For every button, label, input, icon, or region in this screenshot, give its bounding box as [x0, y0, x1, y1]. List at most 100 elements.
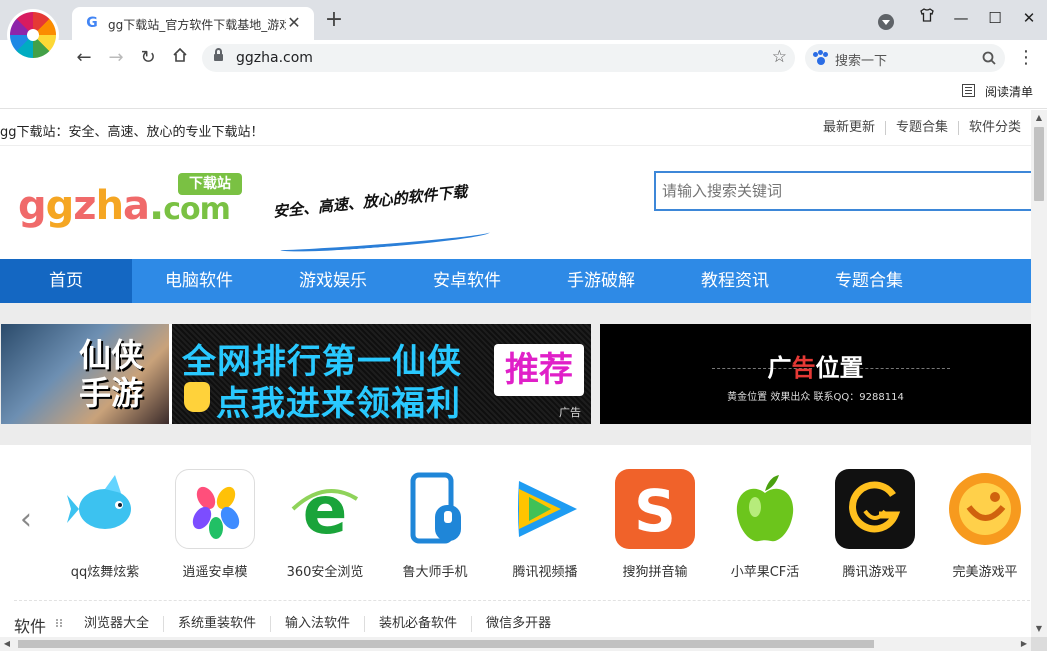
- ad-thumb-text: 仙侠手游: [79, 336, 144, 412]
- app-name: 搜狗拼音输: [622, 565, 688, 580]
- browser-search-box[interactable]: 搜索一下: [805, 44, 1005, 72]
- google-favicon-icon: G: [86, 15, 98, 31]
- software-category-row: 软件 浏览器大全 系统重装软件 输入法软件 装机必备软件 微信多开器: [0, 605, 1031, 637]
- category-link[interactable]: 微信多开器: [471, 616, 565, 632]
- app-name: 360安全浏览: [286, 565, 364, 580]
- browser-tab[interactable]: G gg下载站_官方软件下载基地_游戏 ✕: [72, 7, 314, 40]
- browser-logo-icon: [10, 12, 56, 58]
- app-item[interactable]: 鲁大师手机: [380, 469, 490, 589]
- horizontal-scroll-thumb[interactable]: [18, 640, 874, 648]
- browser-toolbar: ← → ↻ ggzha.com ☆ 搜索一下 ⋮: [0, 40, 1047, 76]
- category-link[interactable]: 浏览器大全: [70, 616, 163, 632]
- game-ad-main: 全网排行第一仙侠 点我进来领福利 推荐 广告: [172, 324, 591, 424]
- lock-icon[interactable]: [214, 48, 223, 63]
- site-topbar: gg下载站：安全、高速、放心的专业下载站！ 最新更新 专题合集 软件分类: [0, 110, 1031, 146]
- forward-arrow-icon[interactable]: →: [103, 44, 129, 72]
- ad-label: 广告: [559, 406, 581, 419]
- address-bar[interactable]: ggzha.com ☆: [202, 44, 795, 72]
- game-character-image: 仙侠手游: [1, 324, 169, 424]
- site-logo[interactable]: ggzha.com 下载站: [18, 173, 246, 235]
- maximize-icon[interactable]: ☐: [982, 6, 1008, 32]
- new-tab-plus-icon[interactable]: +: [322, 9, 346, 33]
- nav-item-android[interactable]: 安卓软件: [400, 259, 534, 303]
- nav-item-games[interactable]: 游戏娱乐: [266, 259, 400, 303]
- search-icon[interactable]: [981, 50, 997, 66]
- nav-item-pc-software[interactable]: 电脑软件: [132, 259, 266, 303]
- vertical-scrollbar[interactable]: ▲ ▼: [1031, 110, 1047, 637]
- ad-recommend-badge: 推荐: [494, 344, 584, 396]
- category-links: 浏览器大全 系统重装软件 输入法软件 装机必备软件 微信多开器: [70, 616, 565, 632]
- scroll-down-arrow-icon[interactable]: ▼: [1031, 621, 1047, 637]
- svg-text:e: e: [303, 472, 348, 549]
- main-nav: 首页 电脑软件 游戏娱乐 安卓软件 手游破解 教程资讯 专题合集: [0, 259, 1031, 303]
- site-search-input[interactable]: [662, 182, 1022, 200]
- kebab-menu-icon[interactable]: ⋮: [1016, 44, 1036, 72]
- scroll-right-arrow-icon[interactable]: ▶: [1017, 637, 1031, 651]
- game-ad-banner[interactable]: 仙侠手游 全网排行第一仙侠 点我进来领福利 推荐 广告: [1, 324, 591, 424]
- nav-item-mobile-hacks[interactable]: 手游破解: [534, 259, 668, 303]
- app-name: 小苹果CF活: [730, 565, 800, 580]
- app-item[interactable]: 腾讯视频播: [490, 469, 600, 589]
- url-text[interactable]: ggzha.com: [236, 50, 313, 66]
- ad-slot-subtitle: 黄金位置 效果出众 联系QQ：9288114: [727, 392, 904, 403]
- app-item[interactable]: 腾讯游戏平: [820, 469, 930, 589]
- baidu-paw-icon: [813, 50, 829, 66]
- chevron-left-icon[interactable]: ‹: [20, 505, 32, 535]
- home-icon[interactable]: [167, 44, 193, 72]
- app-item[interactable]: 完美游戏平: [930, 469, 1031, 589]
- app-item[interactable]: qq炫舞炫紫: [50, 469, 160, 589]
- app-name: 鲁大师手机: [402, 565, 468, 580]
- tab-close-icon[interactable]: ✕: [284, 13, 304, 33]
- top-link-categories[interactable]: 软件分类: [957, 121, 1031, 135]
- scroll-left-arrow-icon[interactable]: ◀: [0, 637, 14, 651]
- app-item[interactable]: S 搜狗拼音输: [600, 469, 710, 589]
- top-links: 最新更新 专题合集 软件分类: [813, 121, 1031, 135]
- browser-e-icon: e: [285, 469, 365, 549]
- nav-item-home[interactable]: 首页: [0, 259, 132, 303]
- category-link[interactable]: 装机必备软件: [364, 616, 471, 632]
- tab-title: gg下载站_官方软件下载基地_游戏: [108, 18, 286, 32]
- ad-slot-title: 广告位置: [767, 354, 864, 382]
- back-arrow-icon[interactable]: ←: [71, 44, 97, 72]
- nav-item-topics[interactable]: 专题合集: [802, 259, 936, 303]
- app-name: 逍遥安卓模: [182, 565, 248, 580]
- category-link[interactable]: 输入法软件: [270, 616, 364, 632]
- minimize-icon[interactable]: —: [948, 6, 974, 32]
- scrollbar-corner: [1031, 637, 1047, 651]
- app-name: qq炫舞炫紫: [70, 565, 140, 580]
- horizontal-scrollbar[interactable]: ◀ ▶: [0, 637, 1031, 651]
- flower-icon: [175, 469, 255, 549]
- app-item[interactable]: 小苹果CF活: [710, 469, 820, 589]
- nav-item-tutorials[interactable]: 教程资讯: [668, 259, 802, 303]
- game-platform-icon: [835, 469, 915, 549]
- svg-text:S: S: [634, 477, 676, 545]
- star-icon[interactable]: ☆: [772, 47, 787, 67]
- top-link-latest[interactable]: 最新更新: [813, 121, 885, 135]
- site-tagline: gg下载站：安全、高速、放心的专业下载站！: [0, 125, 264, 140]
- page-viewport: gg下载站：安全、高速、放心的专业下载站！ 最新更新 专题合集 软件分类 ggz…: [0, 110, 1031, 637]
- site-search-box[interactable]: [654, 171, 1031, 211]
- close-window-icon[interactable]: ✕: [1016, 6, 1042, 32]
- tab-search-dropdown-icon[interactable]: [878, 14, 894, 30]
- app-item[interactable]: 逍遥安卓模: [160, 469, 270, 589]
- sogou-icon: S: [615, 469, 695, 549]
- vertical-scroll-thumb[interactable]: [1034, 127, 1044, 201]
- dots-icon: [56, 619, 62, 627]
- fish-icon: [65, 469, 145, 549]
- app-name: 腾讯游戏平: [842, 565, 908, 580]
- play-icon: [505, 469, 585, 549]
- category-title: 软件: [14, 617, 47, 636]
- app-item[interactable]: e 360安全浏览: [270, 469, 380, 589]
- site-slogan: 安全、高速、放心的软件下载: [272, 182, 469, 221]
- app-carousel: ‹ qq炫舞炫紫 逍遥安卓模 e 360安全浏览 鲁大师手机 腾讯视频播 S 搜…: [0, 445, 1031, 605]
- scroll-up-arrow-icon[interactable]: ▲: [1031, 110, 1047, 126]
- category-link[interactable]: 系统重装软件: [163, 616, 270, 632]
- slogan-swoosh: [279, 227, 491, 255]
- logo-badge: 下载站: [178, 173, 242, 195]
- top-link-topics[interactable]: 专题合集: [884, 121, 958, 135]
- tab-strip: G gg下载站_官方软件下载基地_游戏 ✕ + — ☐ ✕: [0, 0, 1047, 40]
- reload-icon[interactable]: ↻: [135, 44, 161, 72]
- ad-slot-banner[interactable]: 广告位置 黄金位置 效果出众 联系QQ：9288114: [600, 324, 1031, 424]
- tshirt-theme-icon[interactable]: [914, 6, 940, 32]
- mobile-master-icon: [395, 469, 475, 549]
